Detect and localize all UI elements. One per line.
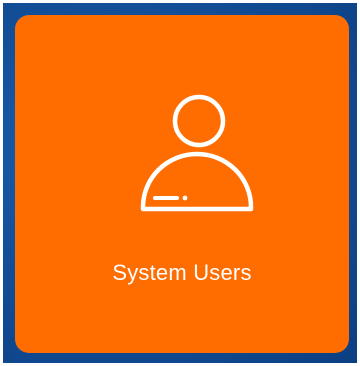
user-icon [140,94,254,212]
screenshot-frame: System Users [0,0,360,366]
system-users-tile[interactable]: System Users [15,15,349,353]
tile-label: System Users [112,260,252,285]
